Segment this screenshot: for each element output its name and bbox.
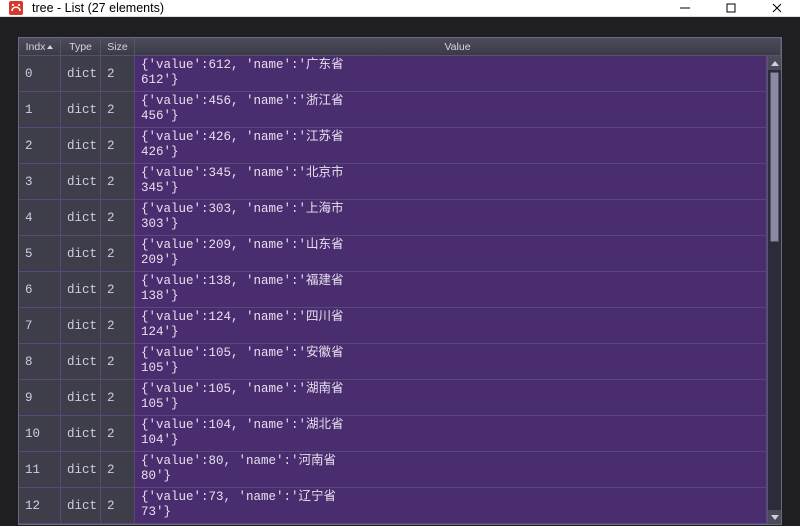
table-row[interactable]: 3dict2{'value':345, 'name':'北京市 345'} bbox=[19, 164, 767, 200]
cell-type: dict bbox=[61, 200, 101, 235]
table-row[interactable]: 12dict2{'value':73, 'name':'辽宁省 73'} bbox=[19, 488, 767, 524]
cell-value: {'value':456, 'name':'浙江省 456'} bbox=[135, 92, 767, 127]
cell-value: {'value':303, 'name':'上海市 303'} bbox=[135, 200, 767, 235]
table-row[interactable]: 0dict2{'value':612, 'name':'广东省 612'} bbox=[19, 56, 767, 92]
cell-index: 3 bbox=[19, 164, 61, 199]
titlebar[interactable]: tree - List (27 elements) bbox=[0, 0, 800, 17]
cell-size: 2 bbox=[101, 380, 135, 415]
maximize-button[interactable] bbox=[708, 0, 754, 16]
window-buttons bbox=[662, 0, 800, 16]
tree-window: tree - List (27 elements) Indx Type bbox=[0, 0, 800, 526]
cell-index: 1 bbox=[19, 92, 61, 127]
table-row[interactable]: 10dict2{'value':104, 'name':'湖北省 104'} bbox=[19, 416, 767, 452]
cell-size: 2 bbox=[101, 56, 135, 91]
col-header-value-label: Value bbox=[444, 41, 470, 53]
cell-size: 2 bbox=[101, 128, 135, 163]
close-window-button[interactable] bbox=[754, 0, 800, 16]
cell-size: 2 bbox=[101, 488, 135, 523]
table-row[interactable]: 8dict2{'value':105, 'name':'安徽省 105'} bbox=[19, 344, 767, 380]
cell-value: {'value':345, 'name':'北京市 345'} bbox=[135, 164, 767, 199]
col-header-type-label: Type bbox=[69, 41, 92, 53]
cell-size: 2 bbox=[101, 452, 135, 487]
cell-value: {'value':105, 'name':'安徽省 105'} bbox=[135, 344, 767, 379]
table-row[interactable]: 1dict2{'value':456, 'name':'浙江省 456'} bbox=[19, 92, 767, 128]
cell-type: dict bbox=[61, 416, 101, 451]
col-header-size-label: Size bbox=[107, 41, 127, 53]
cell-type: dict bbox=[61, 92, 101, 127]
scroll-down-button[interactable] bbox=[768, 510, 781, 524]
table-row[interactable]: 6dict2{'value':138, 'name':'福建省 138'} bbox=[19, 272, 767, 308]
cell-index: 4 bbox=[19, 200, 61, 235]
cell-index: 11 bbox=[19, 452, 61, 487]
cell-type: dict bbox=[61, 344, 101, 379]
cell-value: {'value':73, 'name':'辽宁省 73'} bbox=[135, 488, 767, 523]
cell-size: 2 bbox=[101, 416, 135, 451]
col-header-index[interactable]: Indx bbox=[19, 38, 61, 55]
table-row[interactable]: 7dict2{'value':124, 'name':'四川省 124'} bbox=[19, 308, 767, 344]
cell-value: {'value':138, 'name':'福建省 138'} bbox=[135, 272, 767, 307]
cell-size: 2 bbox=[101, 200, 135, 235]
cell-type: dict bbox=[61, 488, 101, 523]
cell-type: dict bbox=[61, 452, 101, 487]
table-row[interactable]: 11dict2{'value':80, 'name':'河南省 80'} bbox=[19, 452, 767, 488]
cell-index: 6 bbox=[19, 272, 61, 307]
cell-index: 12 bbox=[19, 488, 61, 523]
cell-index: 10 bbox=[19, 416, 61, 451]
cell-index: 2 bbox=[19, 128, 61, 163]
cell-size: 2 bbox=[101, 236, 135, 271]
cell-type: dict bbox=[61, 236, 101, 271]
vertical-scrollbar[interactable] bbox=[767, 56, 781, 524]
cell-value: {'value':124, 'name':'四川省 124'} bbox=[135, 308, 767, 343]
table-row[interactable]: 2dict2{'value':426, 'name':'江苏省 426'} bbox=[19, 128, 767, 164]
cell-index: 9 bbox=[19, 380, 61, 415]
scroll-up-button[interactable] bbox=[768, 56, 781, 70]
cell-type: dict bbox=[61, 272, 101, 307]
col-header-type[interactable]: Type bbox=[61, 38, 101, 55]
cell-index: 8 bbox=[19, 344, 61, 379]
cell-value: {'value':426, 'name':'江苏省 426'} bbox=[135, 128, 767, 163]
cell-value: {'value':209, 'name':'山东省 209'} bbox=[135, 236, 767, 271]
table-header: Indx Type Size Value bbox=[19, 38, 781, 56]
cell-type: dict bbox=[61, 128, 101, 163]
table-row[interactable]: 4dict2{'value':303, 'name':'上海市 303'} bbox=[19, 200, 767, 236]
cell-type: dict bbox=[61, 308, 101, 343]
table-body: 0dict2{'value':612, 'name':'广东省 612'}1di… bbox=[19, 56, 767, 524]
cell-size: 2 bbox=[101, 308, 135, 343]
cell-index: 5 bbox=[19, 236, 61, 271]
cell-index: 0 bbox=[19, 56, 61, 91]
app-icon bbox=[8, 0, 24, 16]
cell-size: 2 bbox=[101, 272, 135, 307]
cell-value: {'value':80, 'name':'河南省 80'} bbox=[135, 452, 767, 487]
cell-size: 2 bbox=[101, 164, 135, 199]
cell-size: 2 bbox=[101, 92, 135, 127]
scroll-thumb[interactable] bbox=[770, 72, 779, 242]
cell-type: dict bbox=[61, 164, 101, 199]
cell-value: {'value':104, 'name':'湖北省 104'} bbox=[135, 416, 767, 451]
cell-type: dict bbox=[61, 56, 101, 91]
data-table-panel: Indx Type Size Value 0dict2{'value':612,… bbox=[18, 37, 782, 525]
cell-value: {'value':612, 'name':'广东省 612'} bbox=[135, 56, 767, 91]
cell-index: 7 bbox=[19, 308, 61, 343]
col-header-index-label: Indx bbox=[26, 41, 46, 53]
cell-size: 2 bbox=[101, 344, 135, 379]
window-title: tree - List (27 elements) bbox=[32, 1, 662, 15]
col-header-value[interactable]: Value bbox=[135, 38, 781, 55]
table-row[interactable]: 9dict2{'value':105, 'name':'湖南省 105'} bbox=[19, 380, 767, 416]
table-row[interactable]: 5dict2{'value':209, 'name':'山东省 209'} bbox=[19, 236, 767, 272]
cell-type: dict bbox=[61, 380, 101, 415]
col-header-size[interactable]: Size bbox=[101, 38, 135, 55]
sort-asc-icon bbox=[47, 45, 53, 49]
minimize-button[interactable] bbox=[662, 0, 708, 16]
cell-value: {'value':105, 'name':'湖南省 105'} bbox=[135, 380, 767, 415]
client-area: Indx Type Size Value 0dict2{'value':612,… bbox=[0, 17, 800, 526]
